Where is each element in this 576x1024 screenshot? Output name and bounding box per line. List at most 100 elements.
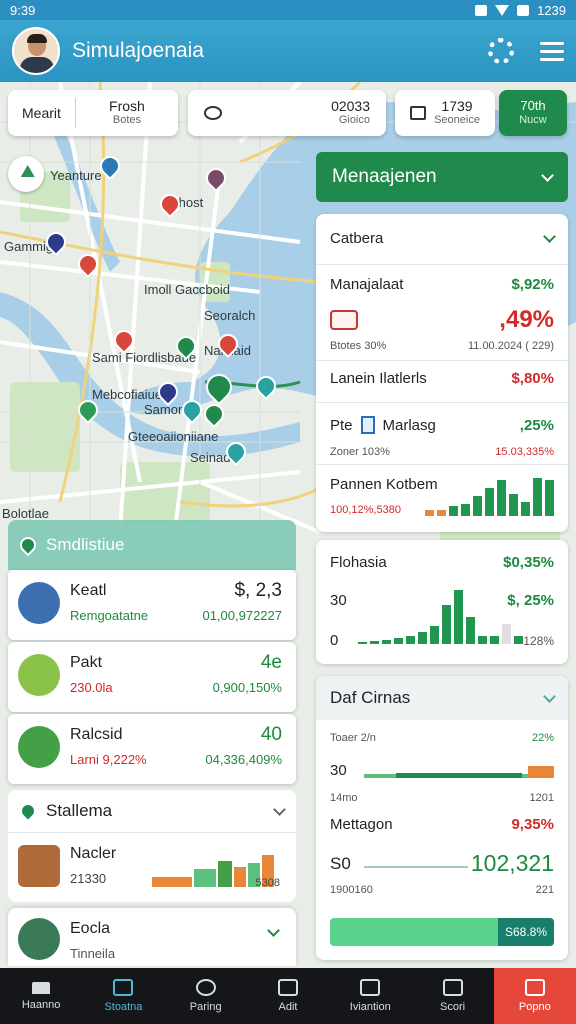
station-item[interactable]: Nacler 21330 5308 bbox=[8, 832, 296, 902]
chevron-down-icon bbox=[267, 924, 280, 937]
app-title: Simulajoenaia bbox=[72, 39, 204, 62]
chevron-down-icon bbox=[543, 689, 556, 703]
chart-bar bbox=[394, 638, 403, 644]
map-label: Gteeoaiioniiane bbox=[128, 429, 219, 444]
avatar bbox=[18, 918, 60, 960]
filter-chip-service[interactable]: 1739 Seoneice bbox=[395, 90, 495, 136]
chip-value: 1739 Seoneice bbox=[434, 98, 480, 126]
navigation-arrow-icon bbox=[17, 164, 35, 184]
section-header[interactable]: Catbera bbox=[330, 230, 556, 247]
building-icon bbox=[277, 979, 298, 996]
list-item[interactable]: Eocla Tinneila bbox=[8, 908, 296, 966]
chevron-down-icon bbox=[543, 230, 556, 243]
nav-document[interactable]: Scori bbox=[411, 968, 493, 1024]
list-item[interactable]: Keatl Remgoatatne $, 2,3 01,00,972227 bbox=[8, 570, 296, 640]
chart-bar bbox=[466, 616, 475, 644]
alert-icon bbox=[524, 979, 545, 996]
bar-chart bbox=[358, 588, 523, 644]
list-item[interactable]: Lanein Ilatlerls $,80% bbox=[330, 370, 554, 387]
sparkline-bar bbox=[545, 480, 554, 516]
storefront-icon bbox=[18, 726, 60, 768]
settings-gear-icon[interactable] bbox=[488, 38, 514, 64]
list-item[interactable]: Pte Marlasg ,25% bbox=[330, 416, 554, 434]
avatar[interactable] bbox=[12, 27, 60, 75]
locate-button[interactable] bbox=[8, 156, 44, 192]
sparkline-bar bbox=[485, 488, 494, 516]
status-time: 9:39 bbox=[10, 2, 36, 18]
left-panel-header[interactable]: Smdlistiue bbox=[8, 520, 296, 570]
battery-icon bbox=[517, 4, 530, 16]
map-label: Bolotlae bbox=[2, 506, 49, 521]
chart-bar bbox=[442, 604, 451, 644]
chart-bar bbox=[502, 624, 511, 644]
stats-chart-card: Flohasia $0,35% 30 $, 25% 0 128% bbox=[316, 540, 568, 664]
list-item[interactable]: Manajalaat $,92% bbox=[330, 276, 554, 293]
avatar bbox=[18, 582, 60, 624]
book-icon bbox=[360, 979, 381, 996]
list-item[interactable]: Ralcsid Larni 9,222% 40 04,336,409% bbox=[8, 714, 296, 784]
home-icon bbox=[32, 981, 51, 994]
management-header[interactable]: Menaajenen bbox=[316, 152, 568, 202]
menu-icon[interactable] bbox=[540, 41, 564, 61]
bottom-nav: Haanno Stoatna Paring Adit Iviantion Sco… bbox=[0, 968, 576, 1024]
chart-bar bbox=[454, 590, 463, 644]
nav-building[interactable]: Adit bbox=[247, 968, 329, 1024]
sparkline-bar bbox=[533, 478, 542, 516]
document-icon bbox=[442, 979, 463, 996]
nav-alert[interactable]: Popno bbox=[493, 968, 576, 1024]
chart-bar bbox=[490, 636, 499, 644]
trend-sparkline bbox=[425, 476, 554, 516]
chart-bar bbox=[514, 636, 523, 644]
location-pin-icon bbox=[16, 799, 40, 823]
sparkline-bar bbox=[521, 502, 530, 516]
filter-chip-area[interactable]: Mearit Frosh Botes bbox=[8, 90, 178, 136]
map-label: Imoll Gaccboid bbox=[144, 282, 230, 297]
filter-chip-route[interactable]: 02033 Gioico bbox=[188, 90, 386, 136]
basket-icon bbox=[18, 654, 60, 696]
chart-bar bbox=[358, 642, 367, 644]
chart-title: Flohasia bbox=[330, 554, 387, 571]
sparkline-bar bbox=[497, 480, 506, 516]
chip-label: Mearit bbox=[8, 98, 76, 128]
nav-power[interactable]: Paring bbox=[165, 968, 247, 1024]
sparkline-bar bbox=[509, 494, 518, 516]
bus-icon bbox=[330, 310, 358, 330]
sparkline-bar bbox=[449, 506, 458, 516]
app-bar: Simulajoenaia bbox=[0, 20, 576, 82]
wifi-icon bbox=[495, 4, 510, 16]
filter-chip-now[interactable]: 70th Nucw bbox=[499, 90, 567, 136]
details-card: Daf Cirnas Toaer 2/n 22% 30 14mo 1201 Me… bbox=[316, 676, 568, 960]
map-label: Mebcofiaiue bbox=[92, 387, 163, 402]
calendar-icon bbox=[410, 106, 427, 120]
chart-bar bbox=[478, 636, 487, 644]
chart-bar bbox=[370, 641, 379, 644]
sparkline-bar bbox=[473, 496, 482, 516]
chip-value: 02033 Gioico bbox=[331, 98, 370, 126]
chip-value: Frosh Botes bbox=[109, 98, 145, 126]
nav-home[interactable]: Haanno bbox=[0, 968, 82, 1024]
progress-bar: S68.8% bbox=[330, 918, 554, 946]
chart-bar bbox=[430, 626, 439, 644]
sparkline-bar bbox=[461, 504, 470, 516]
management-title: Menaajenen bbox=[332, 166, 437, 187]
list-item-detail: ,49% bbox=[330, 306, 554, 334]
settings-icon bbox=[475, 4, 488, 16]
chevron-down-icon bbox=[273, 802, 286, 816]
list-item[interactable]: Pakt 230.0la 4e 0,900,150% bbox=[8, 642, 296, 712]
map-label: Seoralch bbox=[204, 308, 256, 323]
map-label: Samon bbox=[144, 402, 186, 417]
chart-bar bbox=[382, 640, 391, 644]
map-icon bbox=[113, 979, 134, 996]
chip-value: 70th bbox=[520, 98, 546, 113]
chevron-down-icon bbox=[541, 168, 554, 182]
nav-map[interactable]: Stoatna bbox=[82, 968, 164, 1024]
section-header[interactable]: Daf Cirnas bbox=[330, 688, 556, 708]
nav-book[interactable]: Iviantion bbox=[329, 968, 411, 1024]
status-clock: 1239 bbox=[537, 2, 566, 18]
chip-sub: Nucw bbox=[519, 114, 547, 126]
chart-bar bbox=[418, 632, 427, 644]
building-icon bbox=[18, 845, 60, 887]
location-pin-icon bbox=[16, 533, 40, 557]
stations-header[interactable]: Stallema bbox=[8, 790, 296, 832]
management-card: Catbera Manajalaat $,92% ,49% Btotes 30%… bbox=[316, 214, 568, 532]
